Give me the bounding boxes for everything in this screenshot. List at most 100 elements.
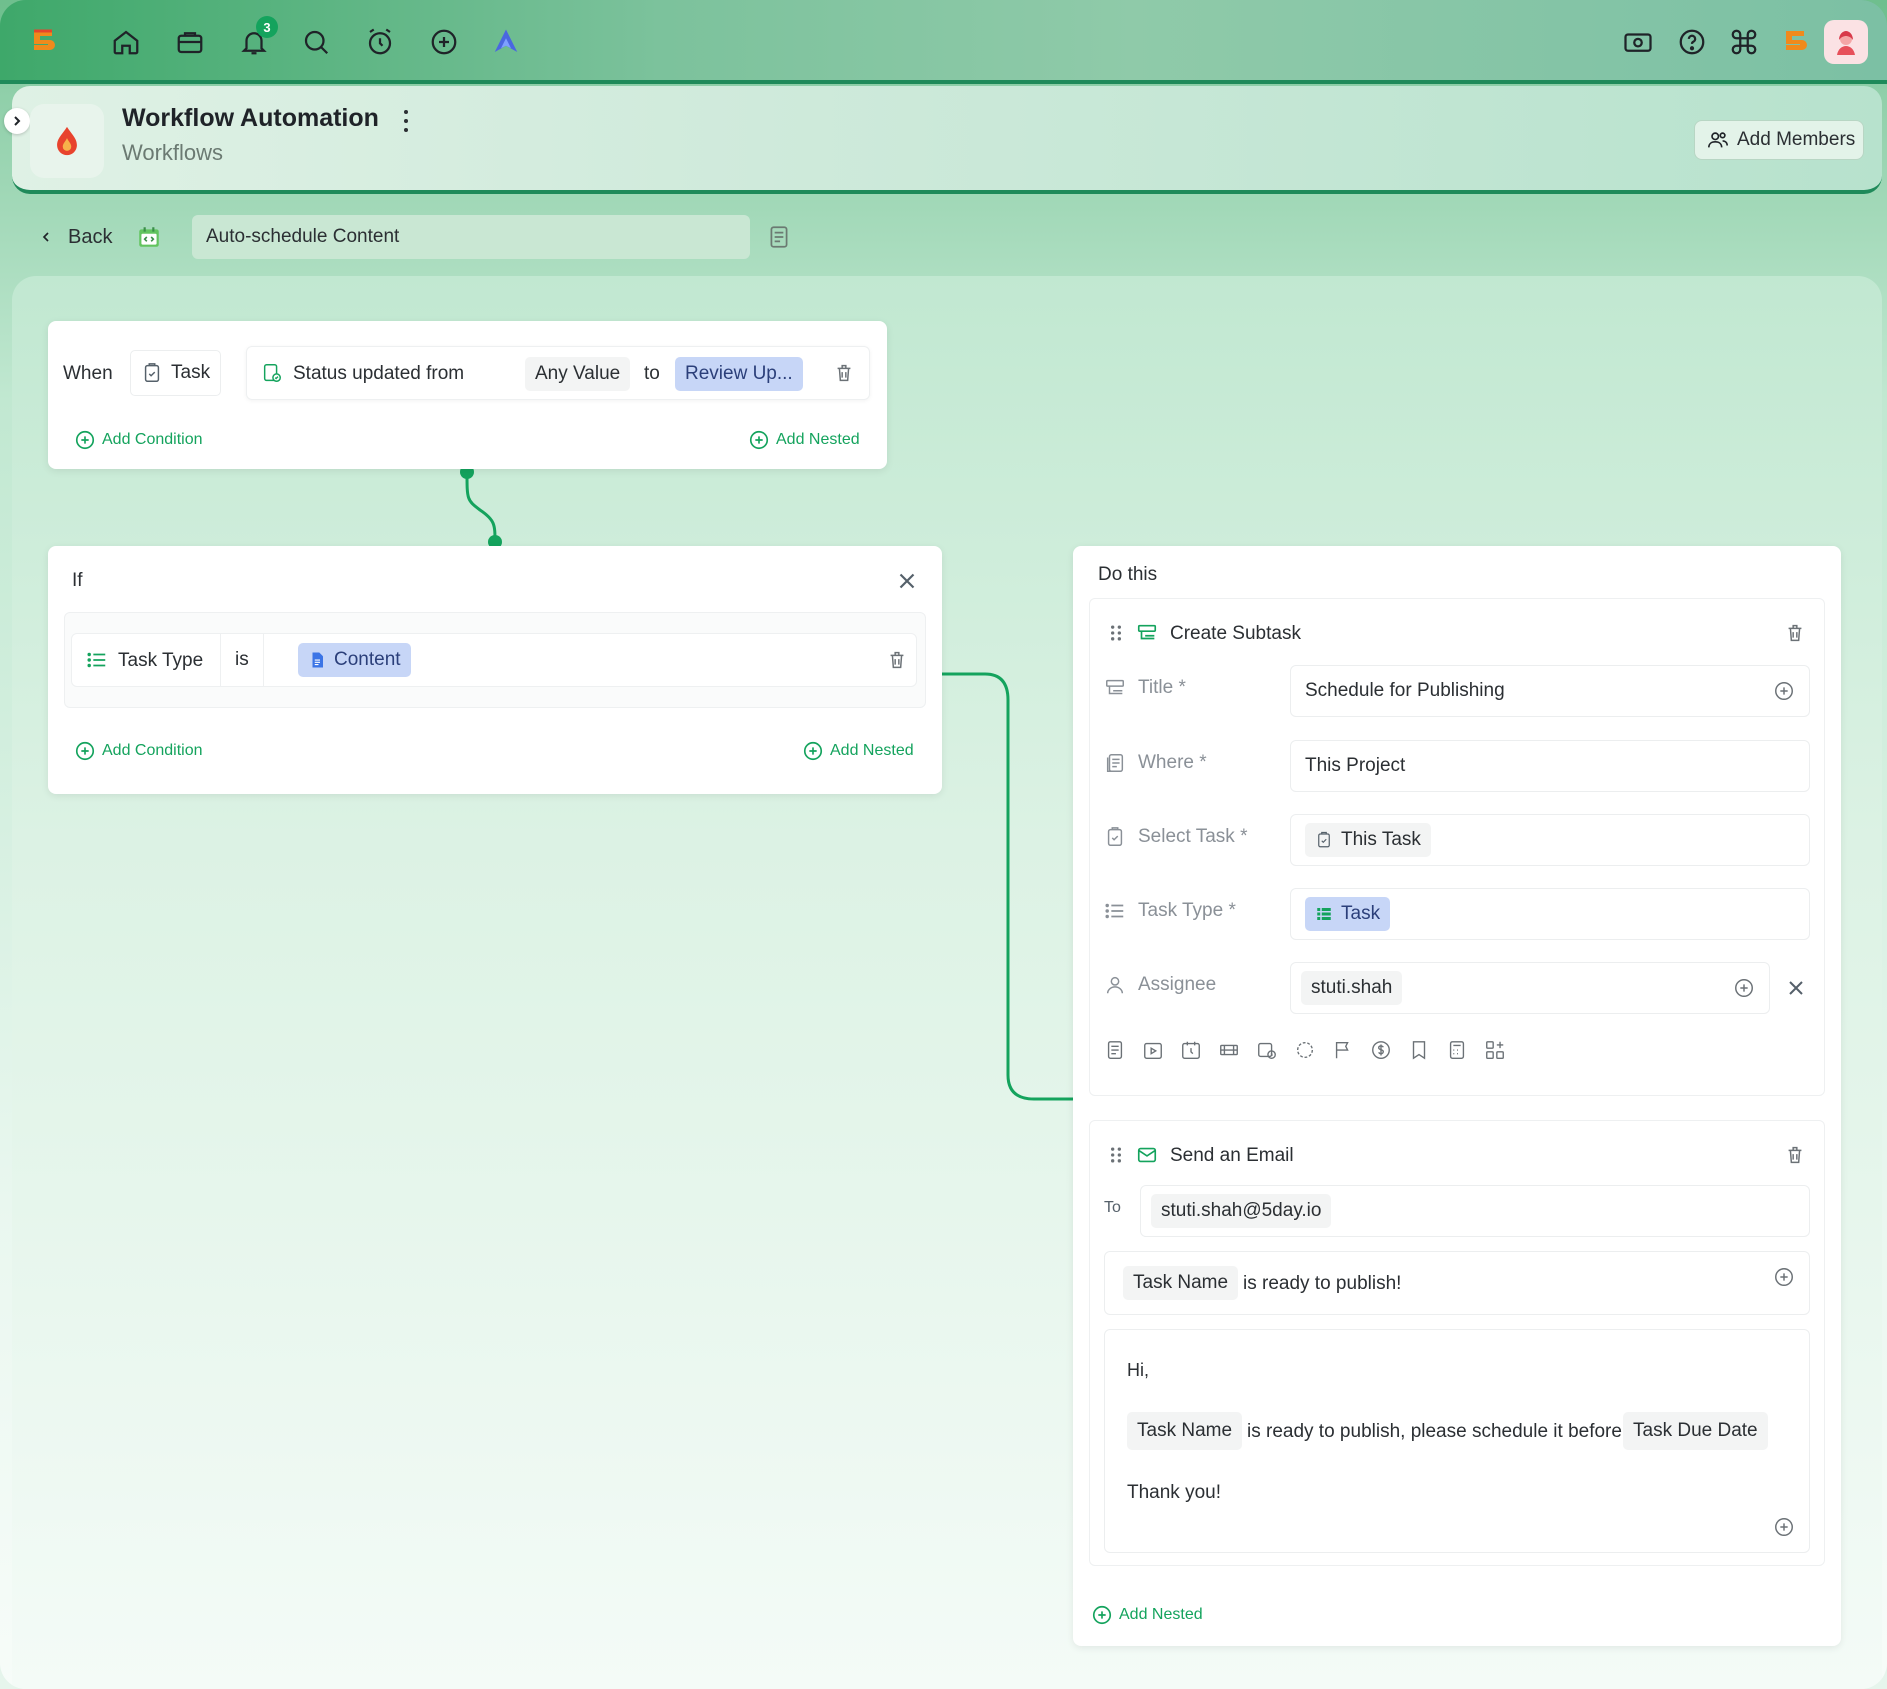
add-condition-button[interactable]: Add Condition: [74, 429, 203, 451]
where-field-label: Where *: [1104, 752, 1207, 774]
calculator-icon[interactable]: [1446, 1039, 1468, 1061]
flag-icon[interactable]: [1332, 1039, 1354, 1061]
close-icon[interactable]: [1784, 976, 1808, 1000]
help-icon[interactable]: [1670, 20, 1714, 64]
bell-icon[interactable]: 3: [232, 16, 278, 64]
where-label-text: Where *: [1138, 752, 1207, 773]
arrow-logo-icon[interactable]: [484, 20, 528, 64]
select-task-chip[interactable]: This Task: [1305, 823, 1431, 857]
plus-circle-icon[interactable]: [1733, 977, 1755, 999]
add-nested-button[interactable]: Add Nested: [748, 429, 860, 451]
email-recipient-chip[interactable]: stuti.shah@5day.io: [1151, 1194, 1332, 1228]
search-icon[interactable]: [294, 20, 338, 64]
select-task-value: This Task: [1341, 829, 1421, 850]
command-icon[interactable]: [1722, 20, 1766, 64]
email-to-input[interactable]: stuti.shah@5day.io: [1140, 1185, 1810, 1237]
subject-text: is ready to publish!: [1243, 1273, 1402, 1294]
condition-group: Task Type is Content: [64, 612, 926, 708]
subject-token[interactable]: Task Name: [1123, 1266, 1239, 1300]
notification-badge: 3: [256, 16, 278, 38]
body-token-task-name[interactable]: Task Name: [1127, 1412, 1243, 1450]
list-icon: [87, 652, 106, 668]
trash-icon[interactable]: [833, 362, 855, 384]
condition-field[interactable]: Task Type: [118, 650, 203, 672]
drag-handle-icon[interactable]: [1106, 621, 1126, 645]
add-nested-label: Add Nested: [830, 742, 914, 759]
from-value: Any Value: [535, 363, 621, 384]
dollar-icon[interactable]: [1370, 1039, 1392, 1061]
if-label: If: [72, 570, 83, 591]
mail-icon: [1137, 1147, 1157, 1163]
briefcase-icon[interactable]: [168, 20, 212, 64]
app-logo-icon[interactable]: [22, 20, 66, 64]
add-members-button[interactable]: Add Members: [1694, 120, 1864, 160]
title-input[interactable]: Schedule for Publishing: [1290, 665, 1810, 717]
sidebar-toggle-button[interactable]: [4, 108, 30, 134]
status-icon[interactable]: [1294, 1039, 1316, 1061]
entity-select[interactable]: Task: [130, 350, 222, 396]
subject-token-label: Task Name: [1133, 1272, 1229, 1293]
clipboard-check-icon: [1318, 831, 1330, 848]
home-icon[interactable]: [104, 20, 148, 64]
task-type-chip[interactable]: Task: [1305, 897, 1391, 931]
select-task-field-label: Select Task *: [1104, 826, 1247, 848]
trash-icon[interactable]: [886, 649, 908, 671]
close-icon[interactable]: [894, 568, 920, 594]
operator-select[interactable]: is: [220, 634, 264, 686]
more-options-button[interactable]: [398, 108, 414, 134]
to-label: To: [1104, 1199, 1121, 1216]
condition-value[interactable]: Content: [298, 643, 411, 677]
task-type-label-text: Task Type *: [1138, 900, 1236, 921]
add-nested-button[interactable]: Add Nested: [1091, 1604, 1203, 1626]
title-value: Schedule for Publishing: [1305, 680, 1505, 701]
plus-circle-icon: [75, 741, 95, 761]
clipboard-check-icon: [1107, 827, 1123, 846]
start-date-icon[interactable]: [1142, 1039, 1164, 1061]
workflow-name-input[interactable]: [192, 215, 750, 259]
trash-icon[interactable]: [1784, 622, 1806, 644]
title-label-text: Title *: [1138, 677, 1186, 698]
operator-label: is: [235, 649, 249, 670]
drag-handle-icon[interactable]: [1106, 1143, 1126, 1167]
estimate-icon[interactable]: [1218, 1039, 1240, 1061]
chevron-left-icon: [42, 232, 49, 242]
calendar-clock-icon[interactable]: [1256, 1039, 1278, 1061]
trash-icon[interactable]: [1784, 1144, 1806, 1166]
user-avatar[interactable]: [1824, 20, 1868, 64]
email-body-editor[interactable]: Hi, Task Name is ready to publish, pleas…: [1104, 1329, 1810, 1553]
bookmark-icon[interactable]: [1408, 1039, 1430, 1061]
notes-icon[interactable]: [766, 224, 792, 255]
where-input[interactable]: This Project: [1290, 740, 1810, 792]
add-widgets-icon[interactable]: [1484, 1039, 1506, 1061]
when-label: When: [63, 363, 113, 384]
alarm-icon[interactable]: [358, 20, 402, 64]
assignee-chip[interactable]: stuti.shah: [1301, 971, 1403, 1005]
money-icon[interactable]: [1616, 20, 1660, 64]
add-nested-label: Add Nested: [1119, 1606, 1203, 1623]
back-button[interactable]: Back: [38, 224, 162, 250]
doc-icon: [312, 652, 323, 668]
entity-label: Task: [171, 362, 211, 383]
plus-circle-icon[interactable]: [422, 20, 466, 64]
task-type-value: Task: [1341, 903, 1381, 924]
from-value-select[interactable]: Any Value: [525, 357, 631, 391]
due-date-icon[interactable]: [1180, 1039, 1202, 1061]
notes-icon[interactable]: [1104, 1039, 1126, 1061]
assignee-input[interactable]: stuti.shah: [1290, 962, 1770, 1014]
assignee-field-label: Assignee: [1104, 974, 1216, 996]
subtask-icon: [1106, 679, 1124, 695]
task-type-field-label: Task Type *: [1104, 900, 1236, 922]
add-nested-button[interactable]: Add Nested: [802, 740, 914, 762]
select-task-input[interactable]: This Task: [1290, 814, 1810, 866]
send-email-action: Send an Email To stuti.shah@5day.io Task…: [1089, 1120, 1825, 1566]
plus-circle-icon[interactable]: [1773, 680, 1795, 702]
plus-circle-icon[interactable]: [1773, 1516, 1795, 1538]
body-token-due-date[interactable]: Task Due Date: [1623, 1412, 1768, 1450]
add-condition-button[interactable]: Add Condition: [74, 740, 203, 762]
email-subject-input[interactable]: Task Name is ready to publish!: [1104, 1251, 1810, 1315]
task-type-input[interactable]: Task: [1290, 888, 1810, 940]
to-value-select[interactable]: Review Up...: [675, 357, 803, 391]
brand-logo-icon[interactable]: [1774, 20, 1818, 64]
plus-circle-icon[interactable]: [1773, 1266, 1795, 1288]
plus-circle-icon: [1092, 1605, 1112, 1625]
